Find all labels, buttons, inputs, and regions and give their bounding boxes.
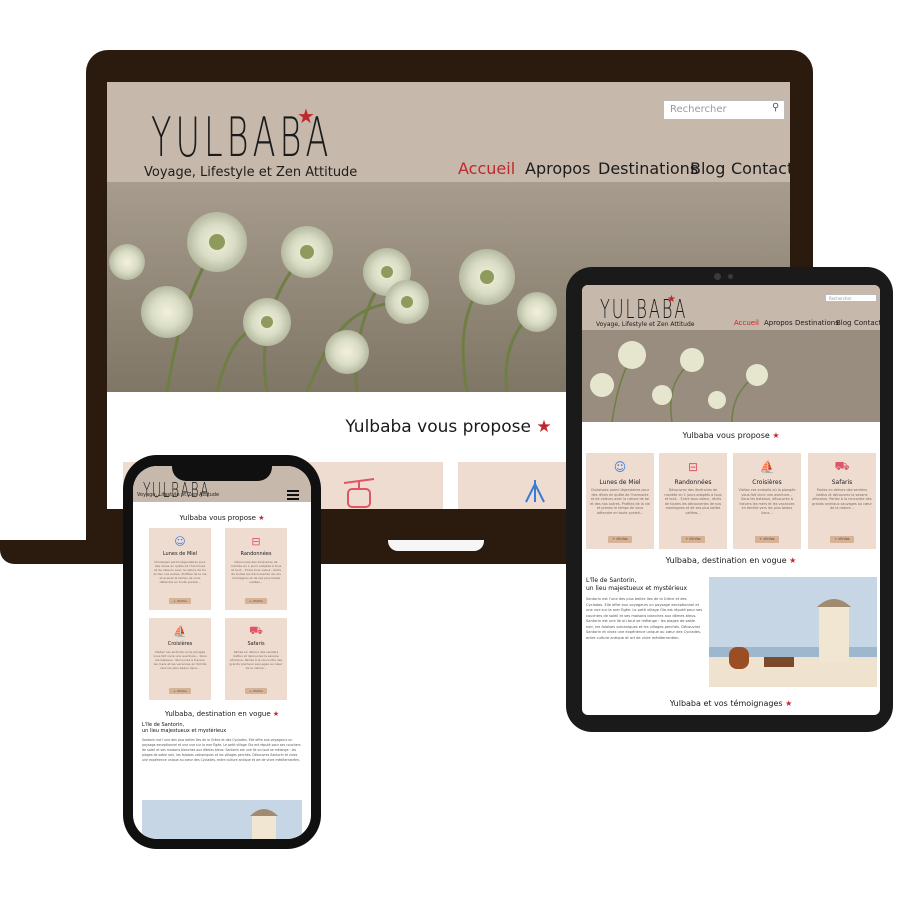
tablet-section-propose-text: Yulbaba vous propose (682, 431, 770, 440)
tablet-dest-heading-1: L'île de Santorin, (586, 577, 637, 584)
tablet-nav-contact[interactable]: Contact (854, 319, 880, 327)
tablet-card-title: Lunes de Miel (599, 479, 641, 486)
phone-title-star-icon: ★ (258, 514, 265, 522)
phone-card-text: Visitez ces endroits où la plongée vous … (153, 650, 207, 671)
phone-dest-heading-2: un lieu majestueux et mystérieux (142, 728, 227, 735)
phone-card-title: Lunes de Miel (162, 551, 198, 557)
phone-card-text: Partez en dehors des sentiers battus et … (229, 650, 283, 671)
lovers-icon: ☺ (174, 534, 186, 548)
nav-contact[interactable]: Contact (731, 159, 790, 178)
phone-card-text: Choisissez parmi légendaires pour des rê… (153, 560, 207, 585)
tablet-card-text: Découvrez des itinéraires de montée en 1… (664, 488, 722, 515)
tablet-nav-blog[interactable]: Blog (836, 319, 851, 327)
nav-apropos[interactable]: Apropos (525, 159, 590, 178)
sailboat-icon: ⛵ (173, 624, 187, 638)
tablet-dest-heading: L'île de Santorin, un lieu majestueux et… (586, 577, 706, 592)
phone-card-randonnees: ⊟ Randonnées Découvrez des itinéraires d… (225, 528, 287, 610)
jeep-icon: ⛟ (249, 623, 263, 637)
tablet-card-croisieres: ⛵ Croisières Visitez ces endroits où la … (733, 453, 801, 549)
cable-car-icon: ⊟ (687, 460, 699, 474)
logo-star-icon: ★ (297, 104, 315, 128)
tablet-section-propose: Yulbaba vous propose ★ (582, 431, 880, 440)
phone-notch (172, 461, 272, 481)
nav-blog[interactable]: Blog (690, 159, 725, 178)
phone-santorini-photo (142, 800, 302, 839)
tablet-card-text: Choisissez parmi légendaires pour des rê… (590, 488, 650, 515)
tablet-card-randonnees: ⊟ Randonnées Découvrez des itinéraires d… (659, 453, 727, 549)
tablet-santorini-photo (709, 577, 877, 687)
tablet-sensor (728, 274, 733, 279)
phone-card-croisieres: ⛵ Croisières Visitez ces endroits où la … (149, 618, 211, 700)
phone-tagline: Voyage, Lifestyle et Zen Attitude (137, 492, 220, 498)
phone-card-title: Safaris (247, 641, 265, 647)
tablet-nav-apropos[interactable]: Apropos (764, 319, 793, 327)
phone-dest-heading: L'île de Santorin, un lieu majestueux et… (142, 722, 302, 735)
tablet-title-star-icon: ★ (785, 699, 793, 708)
lovers-icon: ☺ (613, 460, 627, 474)
phone-card-lunes: ☺ Lunes de Miel Choisissez parmi légenda… (149, 528, 211, 610)
laptop-notch (388, 540, 484, 551)
phone-card-button[interactable]: + d'infos (245, 598, 267, 604)
tablet-card-button[interactable]: + d'infos (681, 536, 705, 543)
tablet-search-input[interactable]: Rechercher (825, 294, 877, 302)
tablet-card-button[interactable]: + d'infos (755, 536, 779, 543)
phone-title-star-icon: ★ (272, 710, 280, 718)
phone-card-button[interactable]: + d'infos (245, 688, 267, 694)
search-icon[interactable]: ⚲ (772, 102, 779, 113)
cable-car-icon (339, 474, 379, 509)
cable-car-icon: ⊟ (251, 534, 261, 548)
nav-accueil[interactable]: Accueil (458, 159, 515, 178)
hamburger-menu-icon[interactable] (287, 490, 299, 502)
tablet-title-star-icon: ★ (789, 556, 797, 565)
phone-logo[interactable]: YULBABA (143, 478, 210, 502)
tablet-card-button[interactable]: + d'infos (608, 536, 632, 543)
tablet-section-temoignages: Yulbaba et vos témoignages ★ (582, 699, 880, 708)
phone-section-destination: Yulbaba, destination en vogue ★ (133, 710, 311, 718)
tablet-card-text: Partez en dehors des sentiers battus et … (812, 488, 872, 511)
nav-destinations[interactable]: Destinations (598, 159, 698, 178)
phone-section-propose: Yulbaba vous propose ★ (133, 514, 311, 522)
tablet-card-title: Croisières (752, 479, 782, 486)
tablet-card-title: Randonnées (674, 479, 712, 486)
site-tagline: Voyage, Lifestyle et Zen Attitude (144, 165, 358, 180)
tablet-card-button[interactable]: + d'infos (830, 536, 854, 543)
phone-card-button[interactable]: + d'infos (169, 688, 191, 694)
phone-section-destination-text: Yulbaba, destination en vogue (164, 710, 271, 718)
tablet-camera (714, 273, 721, 280)
tablet-card-lunes: ☺ Lunes de Miel Choisissez parmi légenda… (586, 453, 654, 549)
phone-card-safaris: ⛟ Safaris Partez en dehors des sentiers … (225, 618, 287, 700)
sailboat-icon (520, 478, 550, 508)
tablet-dest-body: Santorin est l'une des plus belles îles … (586, 597, 703, 640)
sailboat-icon: ⛵ (759, 460, 775, 474)
tablet-nav-destinations[interactable]: Destinations (795, 319, 839, 327)
phone-card-title: Randonnées (240, 551, 272, 557)
tablet-hero-image (582, 330, 880, 422)
phone-card-title: Croisières (167, 641, 193, 647)
tablet-card-text: Visitez ces endroits où la plongée vous … (738, 488, 796, 515)
tablet-screen: YULBABA ★ Voyage, Lifestyle et Zen Attit… (582, 285, 880, 715)
tablet-dest-heading-2: un lieu majestueux et mystérieux (586, 584, 688, 592)
search-input[interactable]: Rechercher (663, 100, 785, 120)
tablet-card-title: Safaris (831, 479, 853, 486)
jeep-icon: ⛟ (834, 459, 850, 473)
tablet-section-destination-text: Yulbaba, destination en vogue (665, 556, 787, 565)
phone-card-button[interactable]: + d'infos (169, 598, 191, 604)
phone-screen: YULBABA Voyage, Lifestyle et Zen Attitud… (133, 466, 311, 839)
tablet-section-destination: Yulbaba, destination en vogue ★ (582, 556, 880, 565)
phone-dest-body: Santorin est l'une des plus belles îles … (142, 738, 301, 762)
title-star-icon: ★ (536, 417, 552, 437)
tablet-card-safaris: ⛟ Safaris Partez en dehors des sentiers … (808, 453, 876, 549)
tablet-title-star-icon: ★ (772, 431, 780, 440)
tablet-section-temoignages-text: Yulbaba et vos témoignages (669, 699, 783, 708)
phone-section-propose-text: Yulbaba vous propose (179, 514, 256, 522)
phone-card-text: Découvrez des itinéraires de montée en 1… (230, 560, 282, 585)
tablet-tagline: Voyage, Lifestyle et Zen Attitude (596, 321, 695, 328)
tablet-nav-accueil[interactable]: Accueil (734, 319, 759, 327)
tablet-logo-star-icon: ★ (667, 294, 676, 305)
section-title-propose-text: Yulbaba vous propose (345, 417, 531, 437)
